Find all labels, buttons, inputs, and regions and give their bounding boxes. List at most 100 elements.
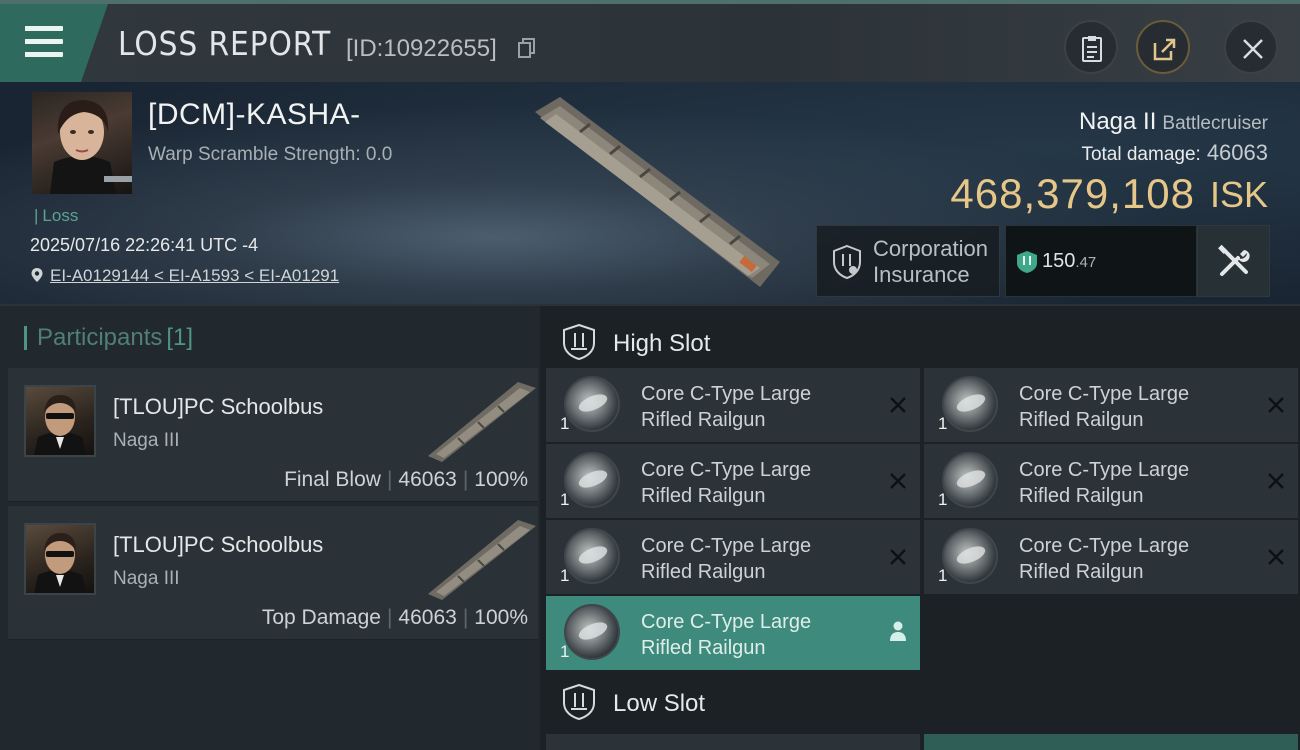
participants-count: [1] — [166, 324, 194, 351]
railgun-icon — [564, 528, 620, 584]
module-name-line2: Rifled Railgun — [1019, 485, 1144, 507]
high-slot-icon — [563, 324, 595, 360]
participant-stats: Top Damage | 46063 | 100% — [261, 606, 528, 629]
share-button[interactable] — [1136, 20, 1190, 74]
loss-status: Loss — [34, 206, 78, 226]
participant-row[interactable]: [TLOU]PC Schoolbus Naga III Top Damage | 4… — [8, 506, 538, 640]
loss-datetime: 2025/07/16 22:26:41 UTC -4 — [30, 235, 259, 255]
total-damage-value: 46063 — [1206, 140, 1268, 165]
close-icon — [1243, 39, 1263, 59]
module-item[interactable]: 1 Core C-Type Large Rifled Railgun — [546, 520, 920, 594]
railgun-icon — [564, 376, 620, 432]
menu-icon — [25, 26, 63, 31]
module-name-line1: Core C-Type Large — [641, 383, 812, 405]
menu-button[interactable] — [0, 4, 108, 82]
module-name-line2: Rifled Railgun — [641, 485, 766, 507]
ship-render — [535, 97, 780, 287]
participant-name: [TLOU]PC Schoolbus — [113, 394, 324, 419]
module-name-line1: Core C-Type Large — [641, 459, 812, 481]
participant-percent: 100% — [474, 606, 528, 629]
railgun-icon — [942, 376, 998, 432]
destroyed-icon — [1268, 549, 1284, 565]
insurance-amount: 150 — [1042, 250, 1076, 272]
participants-panel: Participants [1] [TLOU]PC Schoolbus Naga … — [0, 306, 540, 750]
module-name-line2: Rifled Railgun — [1019, 409, 1144, 431]
module-name-line2: Rifled Railgun — [641, 409, 766, 431]
isk-unit: ISK — [1209, 174, 1268, 215]
module-name-line2: Rifled Railgun — [641, 561, 766, 583]
low-slot-header: Low Slot — [540, 670, 1300, 732]
participant-ship-render — [428, 382, 536, 462]
module-name-line1: Core C-Type Large — [1019, 535, 1190, 557]
location-pin-icon — [31, 268, 43, 282]
module-item[interactable]: 1 Core C-Type Large Rifled Railgun — [924, 444, 1298, 518]
low-slot-module-partial[interactable] — [924, 734, 1298, 750]
total-damage: Total damage: 46063 — [1081, 140, 1268, 165]
clipboard-button[interactable] — [1064, 20, 1118, 74]
participant-row[interactable]: [TLOU]PC Schoolbus Naga III Final Blow | 4… — [8, 368, 538, 502]
module-quantity: 1 — [560, 490, 570, 509]
copy-icon[interactable] — [518, 38, 536, 58]
high-slot-title: High Slot — [613, 330, 711, 357]
railgun-icon — [564, 604, 620, 660]
page-title: LOSS REPORT — [118, 24, 332, 63]
railgun-icon — [942, 452, 998, 508]
participant-portrait[interactable] — [24, 523, 96, 595]
participant-role: Final Blow — [284, 468, 381, 491]
victim-name: [DCM]-KASHA- — [148, 98, 361, 131]
module-item[interactable]: 1 Core C-Type Large Rifled Railgun — [924, 520, 1298, 594]
wrench-screwdriver-icon — [1218, 244, 1250, 276]
corporation-insurance[interactable]: Corporation Insurance — [816, 225, 1000, 297]
victim-portrait[interactable] — [32, 92, 132, 194]
module-name-line1: Core C-Type Large — [1019, 383, 1190, 405]
module-quantity: 1 — [938, 414, 948, 433]
report-id: [ID:10922655] — [346, 35, 497, 62]
participant-percent: 100% — [474, 468, 528, 491]
top-bar: LOSS REPORT [ID:10922655] — [0, 0, 1300, 82]
location-route-link[interactable]: EI-A0129144 < EI-A1593 < EI-A01291 — [50, 266, 339, 285]
destroyed-icon — [890, 397, 906, 413]
warp-scramble-strength: Warp Scramble Strength: 0.0 — [148, 144, 393, 165]
participant-ship: Naga III — [113, 430, 180, 451]
participant-portrait[interactable] — [24, 385, 96, 457]
module-item[interactable]: 1 Core C-Type Large Rifled Railgun — [546, 444, 920, 518]
participant-damage: 46063 — [398, 468, 457, 491]
destroyed-icon — [1268, 473, 1284, 489]
participant-role: Top Damage — [261, 606, 381, 629]
fitting-panel: High Slot 1 Core C-Type Large Rifled Rail… — [540, 306, 1300, 750]
module-quantity: 1 — [560, 642, 570, 661]
module-name-line1: Core C-Type Large — [1019, 459, 1190, 481]
isk-value: 468,379,108 — [950, 170, 1195, 217]
module-item[interactable]: 1 Core C-Type Large Rifled Railgun — [924, 368, 1298, 442]
fitting-button[interactable] — [1197, 225, 1270, 297]
module-quantity: 1 — [560, 414, 570, 433]
insurance-amount-decimal: .47 — [1075, 254, 1097, 271]
low-slot-icon — [563, 684, 595, 720]
destroyed-icon — [1268, 397, 1284, 413]
high-slot-header: High Slot — [540, 310, 1300, 372]
destroyed-icon — [890, 549, 906, 565]
participant-name: [TLOU]PC Schoolbus — [113, 532, 324, 557]
participant-damage: 46063 — [398, 606, 457, 629]
participant-stats: Final Blow | 46063 | 100% — [284, 468, 528, 491]
insurance-payout: 150.47 — [1005, 225, 1197, 297]
insurance-label-line1: Corporation — [873, 236, 988, 261]
insurance-shield-icon — [833, 244, 861, 280]
module-name-line1: Core C-Type Large — [641, 611, 812, 633]
module-quantity: 1 — [938, 490, 948, 509]
location[interactable]: EI-A0129144 < EI-A1593 < EI-A01291 — [30, 266, 339, 286]
victim-summary: [DCM]-KASHA- Warp Scramble Strength: 0.0… — [0, 82, 1300, 306]
low-slot-module-partial[interactable] — [546, 734, 920, 750]
module-name-line1: Core C-Type Large — [641, 535, 812, 557]
insurance-label-line2: Insurance — [873, 262, 970, 287]
module-item[interactable]: 1 Core C-Type Large Rifled Railgun — [546, 368, 920, 442]
close-button[interactable] — [1224, 20, 1278, 74]
share-icon — [1153, 38, 1176, 61]
participants-header: Participants [1] — [24, 326, 193, 350]
participant-ship-render — [428, 520, 536, 600]
clipboard-icon — [1082, 36, 1102, 62]
module-quantity: 1 — [938, 566, 948, 585]
module-name-line2: Rifled Railgun — [641, 637, 766, 659]
person-icon — [890, 621, 906, 641]
module-item[interactable]: 1 Core C-Type Large Rifled Railgun — [546, 596, 920, 670]
